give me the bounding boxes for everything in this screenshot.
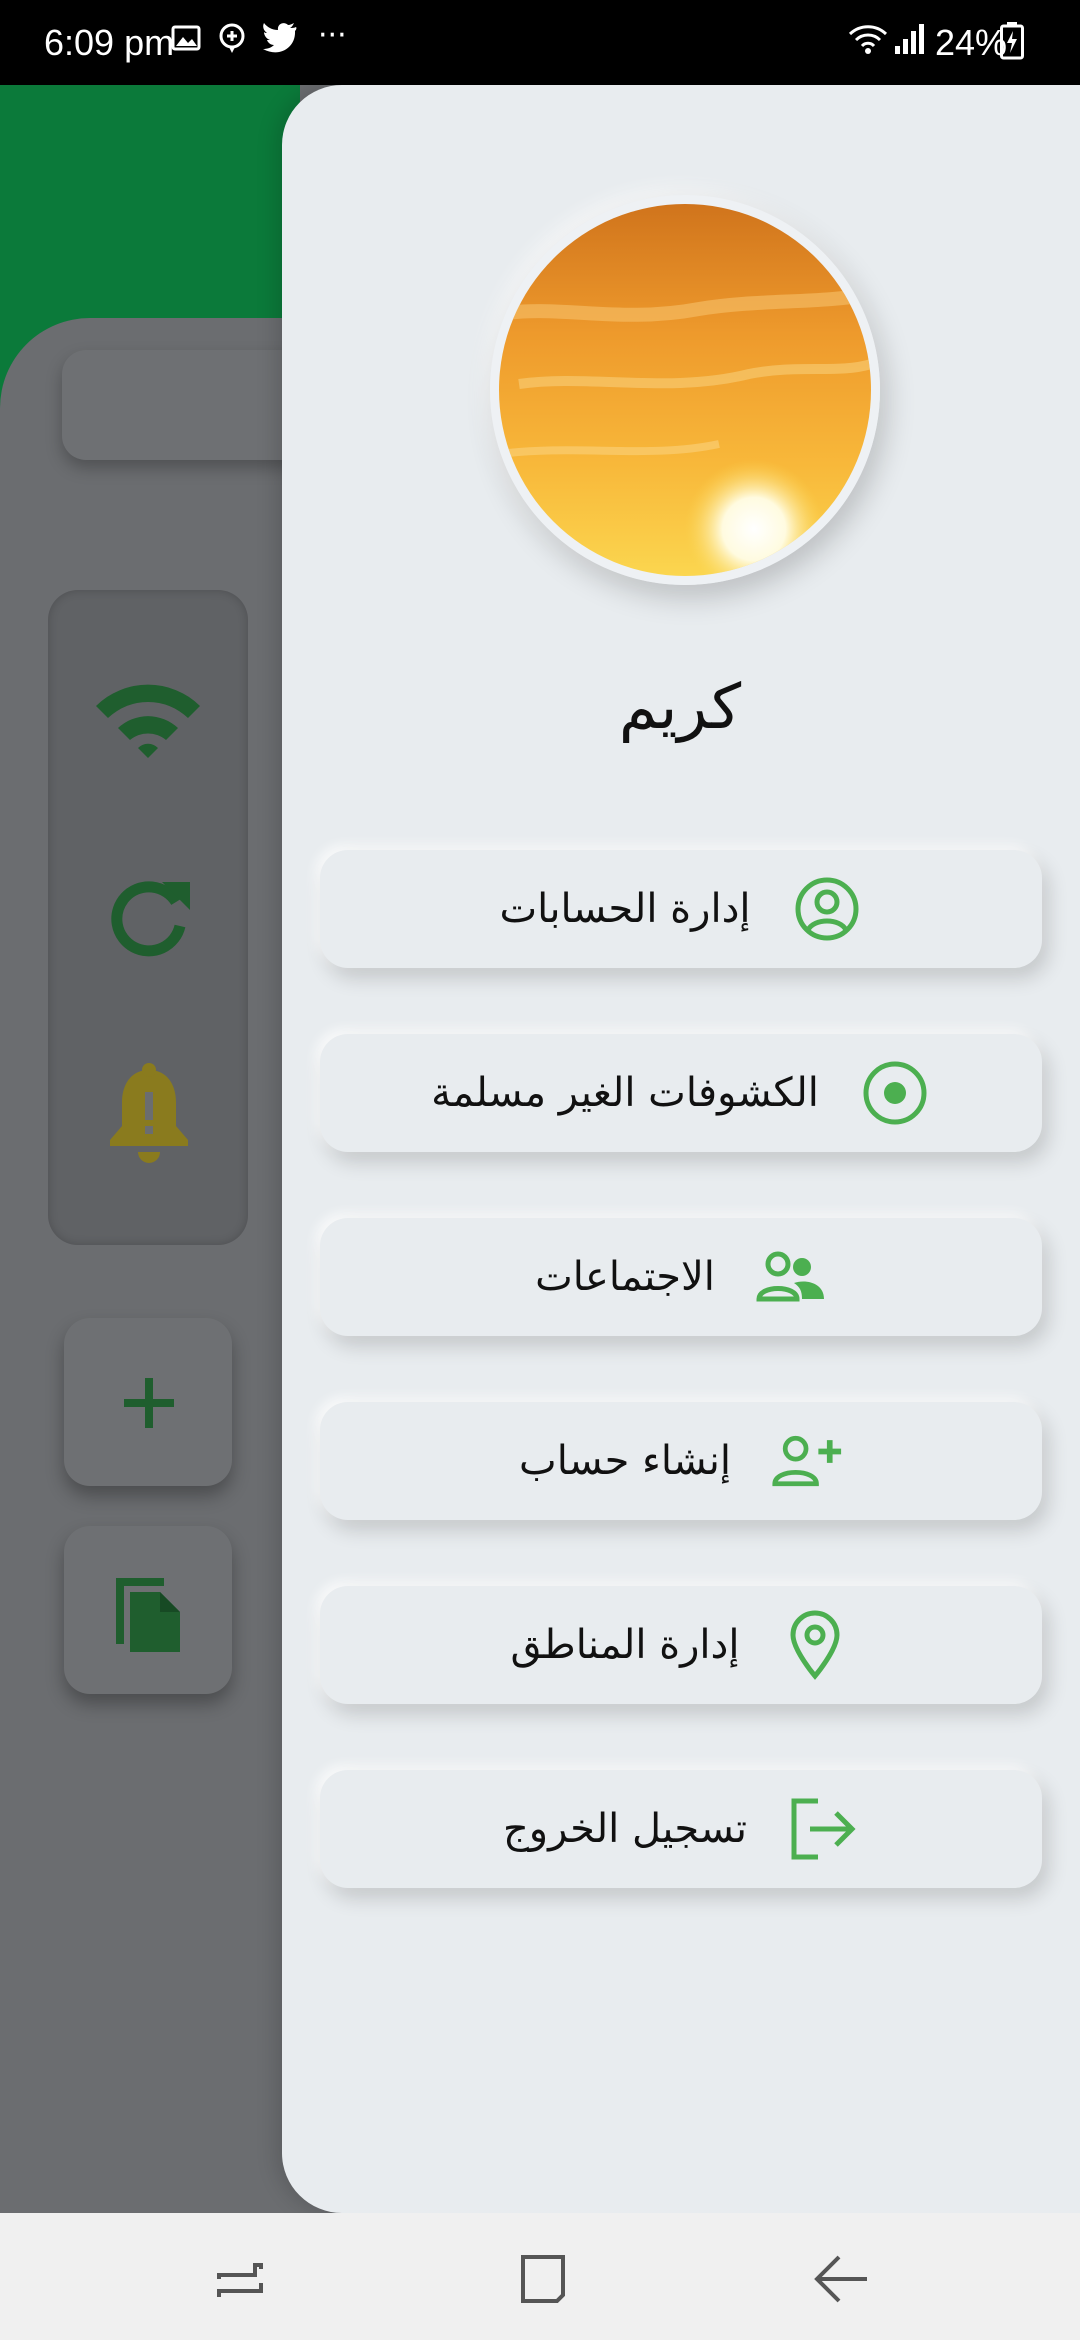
meetings-button[interactable]: الاجتماعات — [320, 1218, 1042, 1336]
menu-label: إنشاء حساب — [519, 1438, 731, 1484]
recents-icon[interactable] — [205, 2243, 275, 2313]
home-icon[interactable] — [505, 2243, 575, 2313]
undelivered-statements-button[interactable]: الكشوفات الغير مسلمة — [320, 1034, 1042, 1152]
menu-label: إدارة المناطق — [510, 1622, 740, 1668]
create-account-button[interactable]: إنشاء حساب — [320, 1402, 1042, 1520]
avatar[interactable] — [490, 195, 880, 585]
account-circle-icon — [791, 873, 863, 945]
menu-label: الاجتماعات — [535, 1254, 715, 1300]
signal-icon — [893, 22, 927, 60]
person-add-icon — [771, 1425, 843, 1497]
back-icon[interactable] — [805, 2243, 875, 2313]
document-icon — [112, 1568, 184, 1656]
status-time: 6:09 pm — [44, 22, 175, 63]
wifi-icon — [92, 680, 204, 764]
more-notifications-icon: ··· — [318, 18, 347, 53]
plus-icon — [124, 1378, 174, 1432]
manage-accounts-button[interactable]: إدارة الحسابات — [320, 850, 1042, 968]
logout-button[interactable]: تسجيل الخروج — [320, 1770, 1042, 1888]
logout-icon — [787, 1793, 859, 1865]
wifi-status-icon — [848, 22, 888, 60]
battery-charging-icon — [1000, 22, 1024, 64]
bell-icon — [106, 1062, 192, 1170]
menu-label: إدارة الحسابات — [499, 886, 751, 932]
battery-percentage: 24% — [935, 22, 1008, 63]
user-name: كريم — [618, 670, 742, 743]
location-add-icon — [216, 22, 248, 60]
people-icon — [755, 1241, 827, 1313]
radio-target-icon — [859, 1057, 931, 1129]
system-nav-bar — [0, 2213, 1080, 2340]
twitter-icon — [262, 22, 298, 58]
gallery-icon — [170, 22, 202, 58]
menu-label: الكشوفات الغير مسلمة — [431, 1070, 819, 1116]
status-bar: 6:09 pm ··· 24% — [0, 0, 1080, 85]
refresh-icon — [104, 872, 194, 966]
location-pin-icon — [779, 1609, 851, 1681]
manage-regions-button[interactable]: إدارة المناطق — [320, 1586, 1042, 1704]
menu-label: تسجيل الخروج — [502, 1806, 748, 1852]
